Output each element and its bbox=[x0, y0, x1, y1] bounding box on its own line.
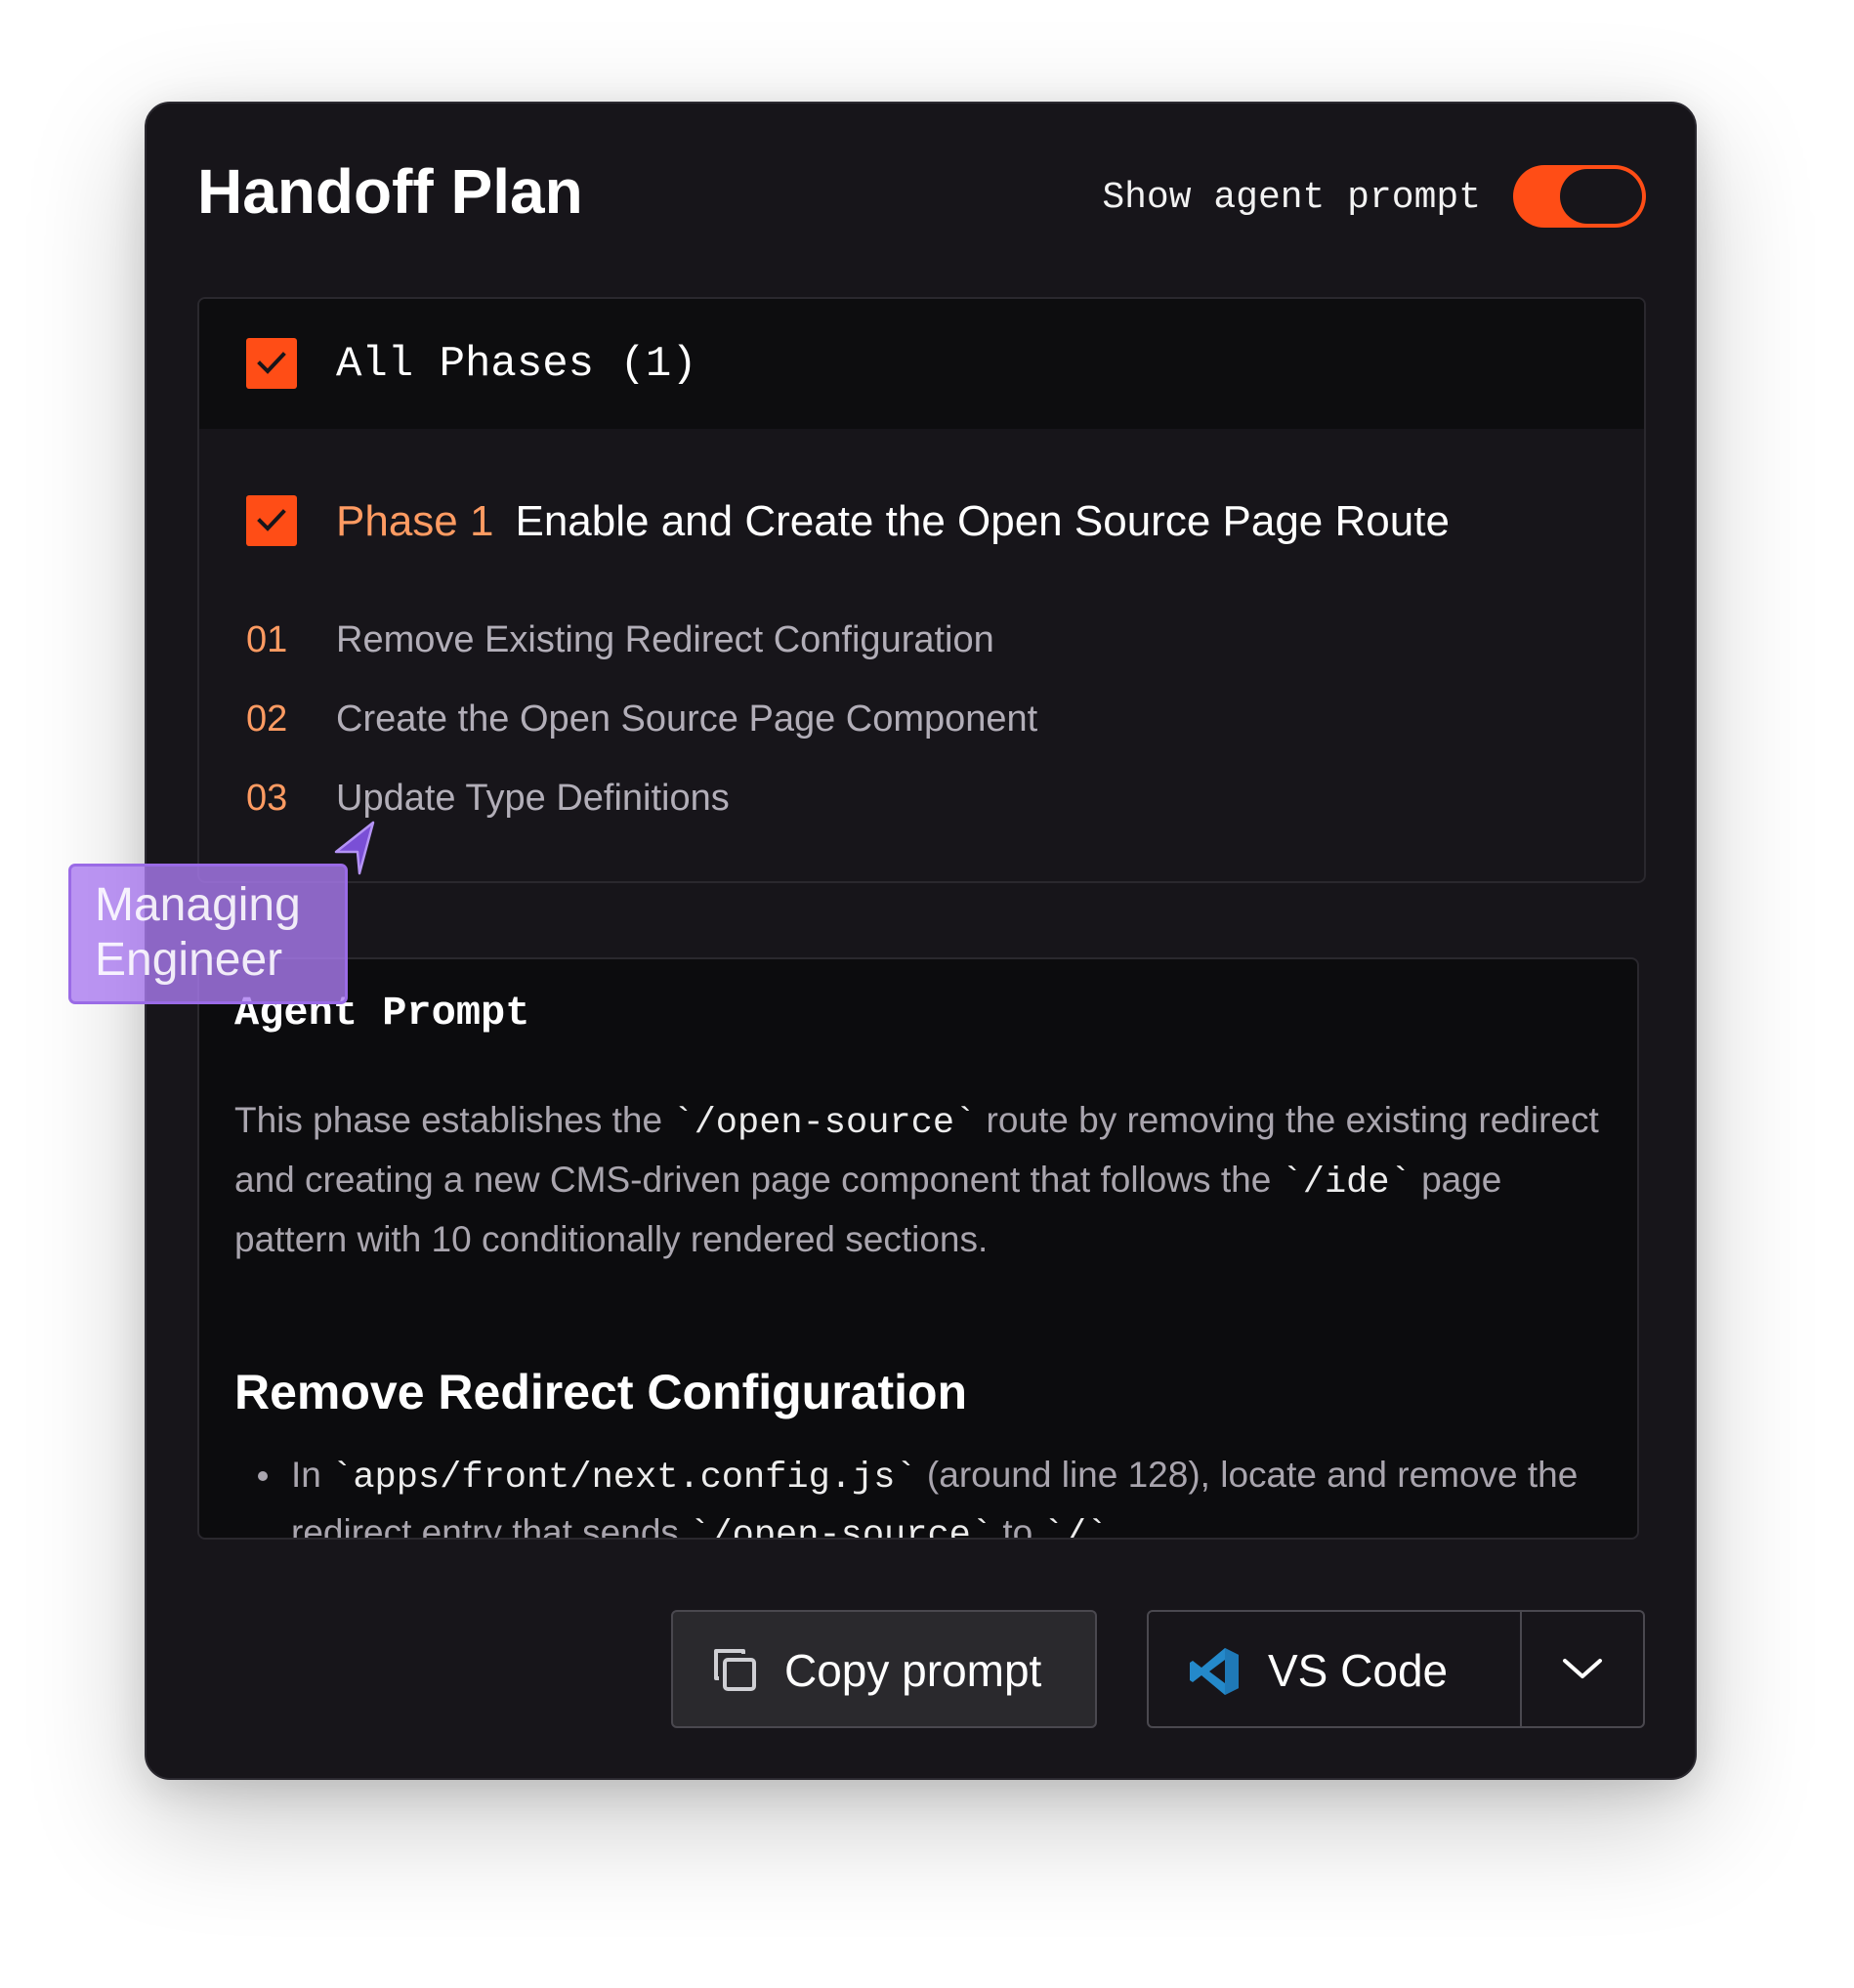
all-phases-label: All Phases (1) bbox=[336, 340, 697, 389]
step-item[interactable]: 03 Update Type Definitions bbox=[246, 780, 730, 817]
all-phases-checkbox[interactable] bbox=[246, 338, 297, 389]
phase-title: Enable and Create the Open Source Page R… bbox=[515, 497, 1450, 545]
editor-dropdown-button[interactable] bbox=[1522, 1612, 1643, 1726]
bullet-text: to bbox=[992, 1512, 1043, 1540]
step-title: Remove Existing Redirect Configuration bbox=[336, 619, 994, 660]
copy-prompt-label: Copy prompt bbox=[784, 1645, 1042, 1696]
agent-prompt-box[interactable]: Agent Prompt This phase establishes the … bbox=[197, 957, 1639, 1540]
desc-code: `/open-source` bbox=[672, 1103, 977, 1144]
bullet-code: `/` bbox=[1042, 1515, 1109, 1540]
open-in-vscode-button[interactable]: VS Code bbox=[1149, 1612, 1520, 1726]
step-number: 02 bbox=[246, 698, 288, 740]
bullet-code: `/open-source` bbox=[689, 1515, 993, 1540]
editor-label: VS Code bbox=[1268, 1645, 1449, 1696]
desc-code: `/ide` bbox=[1281, 1163, 1412, 1204]
copy-prompt-button[interactable]: Copy prompt bbox=[671, 1610, 1097, 1728]
phase-1-row[interactable]: Phase 1 Enable and Create the Open Source… bbox=[336, 497, 1450, 545]
persona-tag: Managing Engineer bbox=[68, 864, 348, 1004]
open-in-editor-split-button: VS Code bbox=[1147, 1610, 1645, 1728]
show-agent-prompt-toggle[interactable] bbox=[1513, 165, 1646, 228]
prompt-section-heading: Remove Redirect Configuration bbox=[234, 1365, 968, 1419]
bullet-text: In bbox=[291, 1455, 332, 1495]
agent-prompt-description: This phase establishes the `/open-source… bbox=[234, 1092, 1612, 1268]
phase-number: Phase 1 bbox=[336, 497, 494, 545]
step-item[interactable]: 02 Create the Open Source Page Component bbox=[246, 700, 1037, 738]
step-number: 01 bbox=[246, 619, 288, 660]
prompt-bullet-item: In `apps/front/next.config.js` (around l… bbox=[291, 1448, 1580, 1540]
persona-label: Managing Engineer bbox=[95, 879, 301, 986]
handoff-plan-panel: Handoff Plan Show agent prompt All Phase… bbox=[145, 102, 1697, 1780]
vscode-icon bbox=[1190, 1648, 1239, 1695]
step-number: 03 bbox=[246, 778, 288, 819]
step-title: Update Type Definitions bbox=[336, 778, 730, 819]
step-item[interactable]: 01 Remove Existing Redirect Configuration bbox=[246, 621, 994, 658]
phases-list: All Phases (1) Phase 1 Enable and Create … bbox=[197, 297, 1646, 883]
bullet-code: `apps/front/next.config.js` bbox=[331, 1458, 917, 1499]
desc-text: This phase establishes the bbox=[234, 1100, 673, 1140]
toggle-knob bbox=[1560, 169, 1642, 224]
bullet-dot bbox=[258, 1471, 268, 1481]
panel-title: Handoff Plan bbox=[197, 156, 583, 227]
phases-header: All Phases (1) bbox=[199, 299, 1644, 429]
copy-icon bbox=[714, 1649, 756, 1691]
check-icon bbox=[257, 509, 286, 531]
chevron-down-icon bbox=[1563, 1659, 1602, 1678]
phase-1-checkbox[interactable] bbox=[246, 495, 297, 546]
step-title: Create the Open Source Page Component bbox=[336, 698, 1038, 740]
check-icon bbox=[257, 352, 286, 374]
toggle-label: Show agent prompt bbox=[1102, 177, 1481, 219]
